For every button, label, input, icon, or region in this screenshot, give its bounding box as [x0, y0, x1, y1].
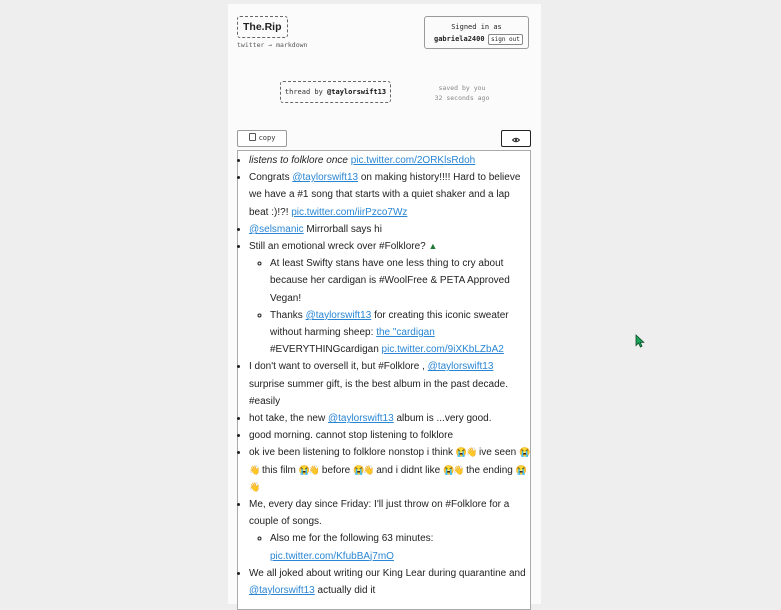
tweet-link[interactable]: pic.twitter.com/KfubBAj7mO [270, 551, 394, 562]
tweet-text: the ending [466, 464, 513, 476]
tweet-text: and i didnt like [376, 464, 441, 476]
list-item: hot take, the new @taylorswift13 album i… [249, 410, 530, 427]
list-item: We all joked about writing our King Lear… [249, 565, 530, 599]
sign-out-button[interactable]: sign out [488, 34, 523, 45]
mention-link[interactable]: @taylorswift13 [328, 413, 394, 424]
tweet-text: listens to folklore once [249, 155, 348, 166]
tweet-list: listens to folklore once pic.twitter.com… [238, 152, 530, 599]
tweet-text: ok ive been listening to folklore nonsto… [249, 447, 454, 459]
list-item: Congrats @taylorswift13 on making histor… [249, 169, 530, 221]
tweet-text: Mirrorball says hi [306, 223, 382, 235]
tweet-text: surprise summer gift, is the best album … [249, 378, 509, 407]
main-card: The.Rip twitter → markdown Signed in as … [228, 4, 541, 610]
tweet-link[interactable]: the "cardigan [376, 327, 435, 338]
list-item: At least Swifty stans have one less thin… [270, 255, 530, 307]
tweet-text: actually did it [317, 585, 376, 597]
tweet-text: good morning. cannot stop listening to f… [249, 430, 454, 442]
eye-icon [512, 137, 520, 143]
tweet-text: Still an emotional wreck over #Folklore? [249, 241, 426, 253]
list-item: good morning. cannot stop listening to f… [249, 427, 530, 444]
thread-prefix: thread by [284, 88, 323, 96]
list-item: @selsmanic Mirrorball says hi [249, 221, 530, 238]
tweet-link[interactable]: pic.twitter.com/9iXKbLZbA2 [382, 344, 504, 355]
tweet-text: Thanks [270, 309, 303, 321]
mention-link[interactable]: @taylorswift13 [306, 310, 372, 321]
thread-handle: @taylorswift13 [327, 88, 387, 96]
list-item: Still an emotional wreck over #Folklore?… [249, 238, 530, 358]
saved-status: saved by you 32 seconds ago [424, 83, 500, 103]
tweet-text: hot take, the new [249, 413, 326, 425]
tweet-text: I don't want to oversell it, but #Folklo… [249, 361, 425, 373]
crying-emoji-icon: 😭👋 [442, 464, 464, 475]
mouse-cursor-icon [635, 334, 645, 348]
list-item: Me, every day since Friday: I'll just th… [249, 496, 530, 565]
tweet-text: album is ...very good. [396, 413, 492, 425]
evergreen-tree-icon: ▲ [428, 241, 438, 252]
thread-author-badge[interactable]: thread by @taylorswift13 [280, 81, 391, 103]
list-item: ok ive been listening to folklore nonsto… [249, 444, 530, 496]
site-logo[interactable]: The.Rip [237, 16, 288, 38]
saved-time: 32 seconds ago [434, 94, 490, 102]
crying-emoji-icon: 😭👋 [455, 447, 477, 458]
mention-link[interactable]: @taylorswift13 [428, 361, 494, 372]
reply-list: At least Swifty stans have one less thin… [249, 255, 530, 358]
toggle-view-button[interactable] [501, 130, 531, 147]
tweet-text: We all joked about writing our King Lear… [249, 567, 526, 579]
tweet-text: Congrats [249, 172, 290, 184]
copy-label: copy [258, 134, 276, 142]
reply-list: Also me for the following 63 minutes: pi… [249, 530, 530, 564]
list-item: listens to folklore once pic.twitter.com… [249, 152, 530, 169]
site-tagline: twitter → markdown [237, 41, 308, 49]
list-item: I don't want to oversell it, but #Folklo… [249, 358, 530, 410]
account-box: Signed in as gabriela2400 sign out [424, 16, 529, 49]
tweet-text: Also me for the following 63 minutes: [270, 533, 434, 545]
tweet-text: At least Swifty stans have one less thin… [270, 258, 510, 304]
tweet-text: #EVERYTHINGcardigan [270, 344, 379, 356]
tweet-text: before [321, 464, 351, 476]
crying-emoji-icon: 😭👋 [353, 464, 374, 475]
clipboard-icon [248, 133, 256, 141]
thread-content: listens to folklore once pic.twitter.com… [237, 150, 531, 610]
mention-link[interactable]: @selsmanic [249, 224, 304, 235]
saved-by: saved by you [438, 84, 486, 92]
signed-in-label: Signed in as [451, 23, 502, 31]
crying-emoji-icon: 😭👋 [298, 464, 320, 475]
username: gabriela2400 [434, 35, 485, 43]
mention-link[interactable]: @taylorswift13 [292, 172, 358, 183]
tweet-link[interactable]: pic.twitter.com/2ORKlsRdoh [351, 155, 476, 166]
tweet-text: this film [262, 464, 296, 476]
copy-button[interactable]: copy [237, 130, 287, 147]
list-item: Thanks @taylorswift13 for creating this … [270, 307, 530, 359]
tweet-link[interactable]: pic.twitter.com/iirPzco7Wz [291, 207, 407, 218]
mention-link[interactable]: @taylorswift13 [249, 585, 315, 596]
tweet-text: ive seen [479, 447, 517, 459]
list-item: Also me for the following 63 minutes: pi… [270, 530, 530, 564]
tweet-text: Me, every day since Friday: I'll just th… [249, 499, 510, 528]
